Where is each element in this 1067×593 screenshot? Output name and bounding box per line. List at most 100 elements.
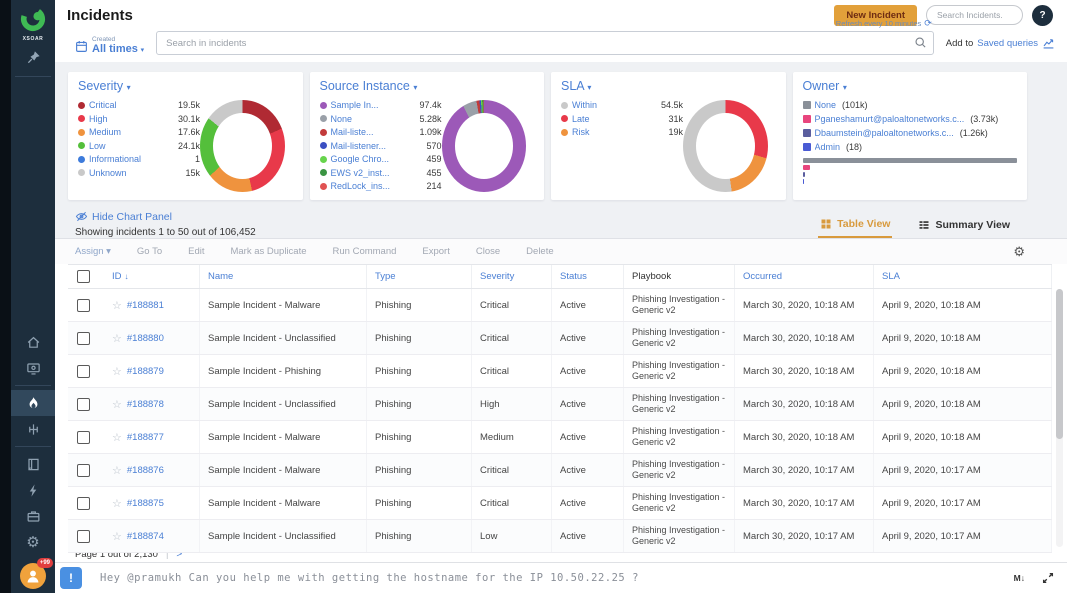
legend-item[interactable]: Informational1 [78, 154, 200, 164]
legend-item[interactable]: Low24.1k [78, 141, 200, 151]
help-button[interactable]: ? [1032, 5, 1053, 26]
table-row[interactable]: ☆#188878Sample Incident - UnclassifiedPh… [68, 388, 1052, 421]
row-checkbox[interactable] [77, 398, 90, 411]
owner-bar[interactable] [803, 165, 811, 170]
star-icon[interactable]: ☆ [112, 299, 122, 312]
incident-id-link[interactable]: #188876 [127, 465, 164, 476]
action-run-command[interactable]: Run Command [333, 246, 397, 257]
legend-item[interactable]: Dbaumstein@paloaltonetworks.c...(1.26k) [803, 128, 988, 138]
row-checkbox[interactable] [77, 332, 90, 345]
star-icon[interactable]: ☆ [112, 464, 122, 477]
column-header-playbook[interactable]: Playbook [624, 265, 735, 288]
action-delete[interactable]: Delete [526, 246, 553, 257]
star-icon[interactable]: ☆ [112, 497, 122, 510]
legend-item[interactable]: Medium17.6k [78, 127, 200, 137]
sidebar-item-settings[interactable]: ⚙ [11, 529, 55, 555]
action-edit[interactable]: Edit [188, 246, 204, 257]
chart-title[interactable]: Source Instance ▾ [320, 79, 535, 93]
row-checkbox[interactable] [77, 497, 90, 510]
incident-id-link[interactable]: #188878 [127, 399, 164, 410]
donut-chart[interactable] [200, 100, 285, 192]
markdown-icon[interactable]: M↓ [1014, 573, 1025, 583]
column-header-type[interactable]: Type [367, 265, 472, 288]
star-icon[interactable]: ☆ [112, 398, 122, 411]
table-scrollbar[interactable] [1056, 289, 1063, 547]
legend-item[interactable]: EWS v2_inst...455 [320, 168, 442, 178]
incident-id-link[interactable]: #188875 [127, 498, 164, 509]
incident-id-link[interactable]: #188881 [127, 300, 164, 311]
chart-title[interactable]: Severity ▾ [78, 79, 293, 93]
tab-table-view[interactable]: Table View [818, 214, 892, 238]
owner-bar[interactable] [803, 179, 804, 184]
incident-id-link[interactable]: #188877 [127, 432, 164, 443]
column-header-status[interactable]: Status [552, 265, 624, 288]
table-settings-gear-icon[interactable]: ⚙ [1013, 245, 1025, 258]
row-checkbox[interactable] [77, 530, 90, 543]
column-header-sla[interactable]: SLA [874, 265, 1052, 288]
legend-item[interactable]: Unknown15k [78, 168, 200, 178]
incident-id-link[interactable]: #188880 [127, 333, 164, 344]
owner-bar[interactable] [803, 172, 806, 177]
legend-item[interactable]: Within54.5k [561, 100, 683, 110]
sidebar-item-war-room[interactable] [11, 416, 55, 442]
created-time-filter[interactable]: Created All times ▾ [75, 36, 144, 55]
legend-item[interactable]: None5.28k [320, 114, 442, 124]
legend-item[interactable]: High30.1k [78, 114, 200, 124]
sidebar-item-automation[interactable] [11, 477, 55, 503]
owner-bar[interactable] [803, 158, 1018, 163]
sidebar-item-jobs[interactable] [11, 503, 55, 529]
sidebar-item-playbooks[interactable] [11, 451, 55, 477]
select-all-checkbox[interactable] [77, 270, 90, 283]
chart-title[interactable]: Owner ▾ [803, 79, 1018, 93]
legend-item[interactable]: Critical19.5k [78, 100, 200, 110]
legend-item[interactable]: None(101k) [803, 100, 868, 110]
legend-item[interactable]: Google Chro...459 [320, 154, 442, 164]
table-row[interactable]: ☆#188877Sample Incident - MalwarePhishin… [68, 421, 1052, 454]
row-checkbox[interactable] [77, 365, 90, 378]
action-close[interactable]: Close [476, 246, 500, 257]
legend-item[interactable]: Mail-liste...1.09k [320, 127, 442, 137]
incident-id-link[interactable]: #188874 [127, 531, 164, 542]
refresh-note[interactable]: Refresh every 10 minutes ⟳ [836, 18, 932, 29]
sidebar-item-home[interactable] [11, 329, 55, 355]
legend-item[interactable]: Risk19k [561, 127, 683, 137]
action-assign[interactable]: Assign ▾ [75, 246, 111, 257]
action-export[interactable]: Export [422, 246, 449, 257]
saved-queries-link[interactable]: Saved queries [977, 38, 1038, 49]
expand-icon[interactable] [1041, 571, 1055, 585]
user-avatar[interactable]: +99 [20, 563, 46, 589]
action-mark-as-duplicate[interactable]: Mark as Duplicate [230, 246, 306, 257]
sidebar-item-incidents[interactable] [11, 390, 55, 416]
table-row[interactable]: ☆#188876Sample Incident - MalwarePhishin… [68, 454, 1052, 487]
table-row[interactable]: ☆#188881Sample Incident - MalwarePhishin… [68, 289, 1052, 322]
table-row[interactable]: ☆#188875Sample Incident - MalwarePhishin… [68, 487, 1052, 520]
chart-title[interactable]: SLA ▾ [561, 79, 776, 93]
column-header-name[interactable]: Name [200, 265, 367, 288]
star-icon[interactable]: ☆ [112, 530, 122, 543]
donut-chart[interactable] [442, 100, 527, 192]
sidebar-item-dashboards[interactable] [11, 355, 55, 381]
pin-icon[interactable] [18, 45, 48, 69]
column-header-severity[interactable]: Severity [472, 265, 552, 288]
donut-chart[interactable] [683, 100, 768, 192]
star-icon[interactable]: ☆ [112, 431, 122, 444]
star-icon[interactable]: ☆ [112, 332, 122, 345]
table-row[interactable]: ☆#188879Sample Incident - PhishingPhishi… [68, 355, 1052, 388]
incidents-search-input[interactable] [156, 31, 934, 55]
global-search-input[interactable] [926, 5, 1023, 25]
chat-input[interactable]: Hey @pramukh Can you help me with gettin… [100, 572, 1014, 584]
hide-chart-panel-link[interactable]: Hide Chart Panel [75, 210, 172, 223]
legend-item[interactable]: Admin(18) [803, 142, 863, 152]
legend-item[interactable]: RedLock_ins...214 [320, 181, 442, 191]
scrollbar-thumb[interactable] [1056, 289, 1063, 439]
action-go-to[interactable]: Go To [137, 246, 162, 257]
row-checkbox[interactable] [77, 431, 90, 444]
legend-item[interactable]: Mail-listener...570 [320, 141, 442, 151]
legend-item[interactable]: Pganeshamurt@paloaltonetworks.c...(3.73k… [803, 114, 999, 124]
table-row[interactable]: ☆#188874Sample Incident - UnclassifiedPh… [68, 520, 1052, 553]
legend-item[interactable]: Late31k [561, 114, 683, 124]
table-row[interactable]: ☆#188880Sample Incident - UnclassifiedPh… [68, 322, 1052, 355]
tab-summary-view[interactable]: Summary View [916, 214, 1012, 238]
command-bang-button[interactable]: ! [60, 567, 82, 589]
column-header-occurred[interactable]: Occurred [735, 265, 874, 288]
